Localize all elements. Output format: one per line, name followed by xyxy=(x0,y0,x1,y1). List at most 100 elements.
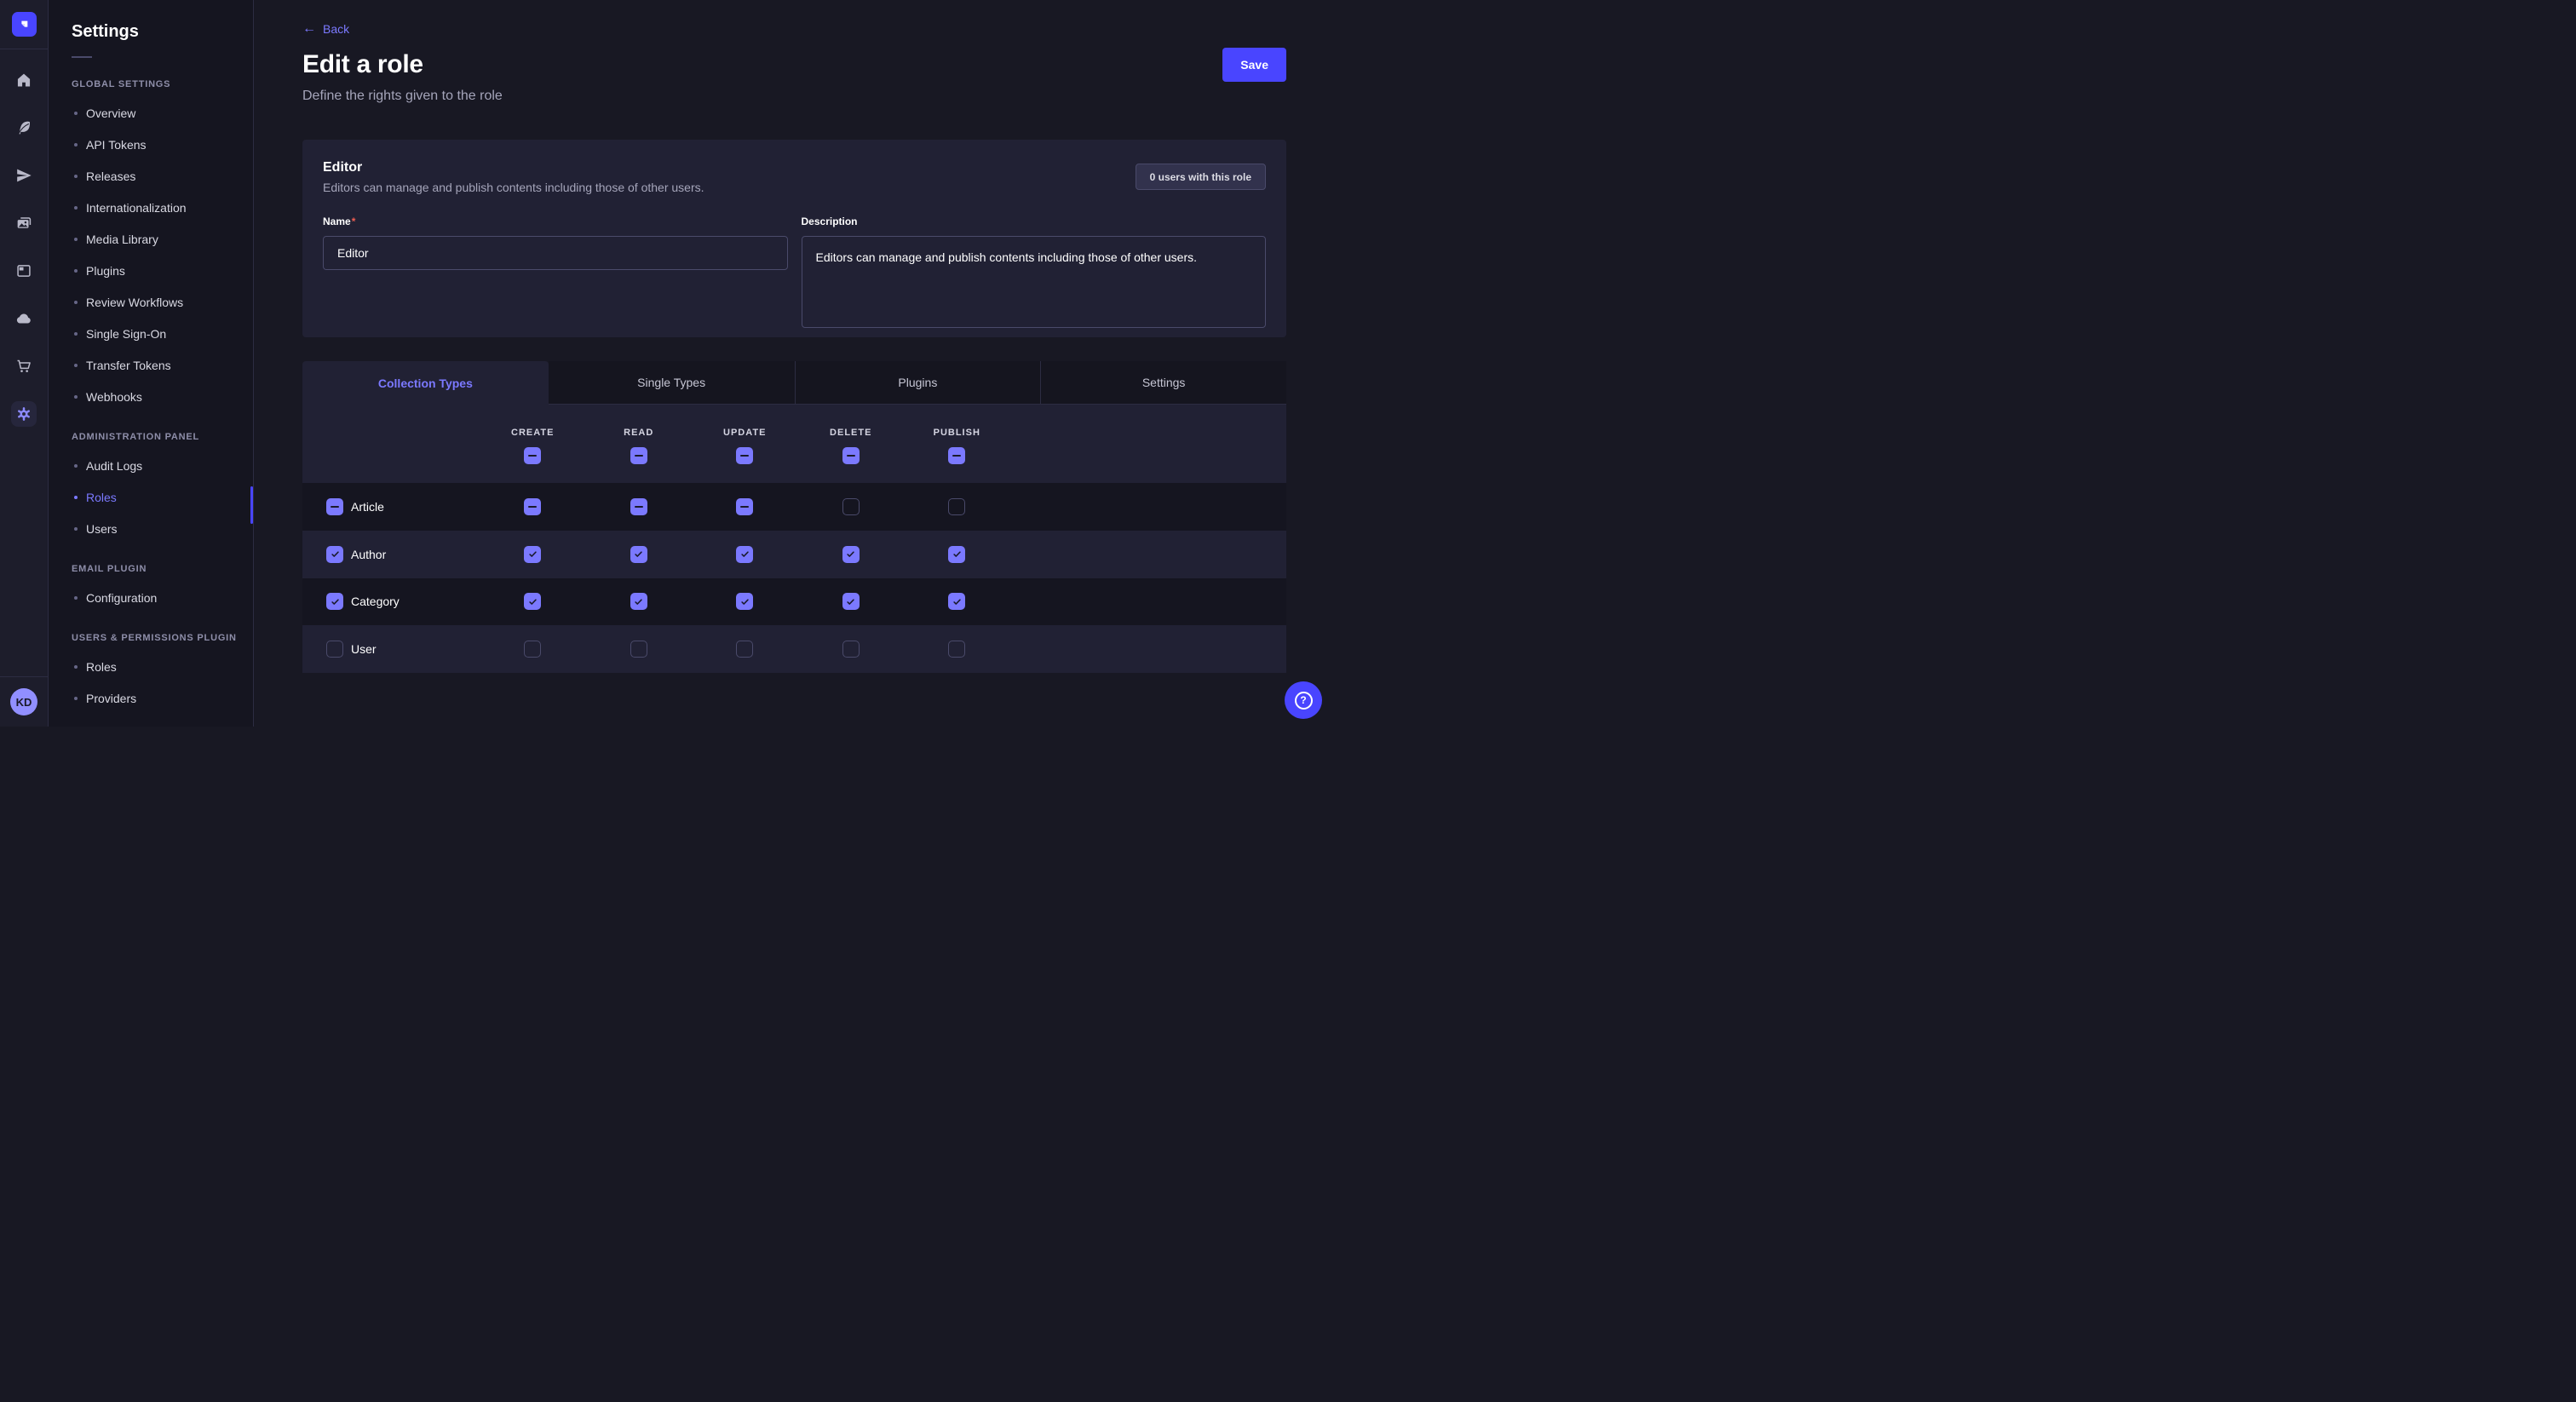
main-nav-rail: KD xyxy=(0,0,49,727)
indeterminate-dash-icon xyxy=(847,455,855,457)
layout-icon[interactable] xyxy=(11,258,37,284)
permission-cell xyxy=(692,531,798,578)
check-icon xyxy=(633,549,644,560)
workspace-logo[interactable] xyxy=(12,12,37,37)
tab-settings[interactable]: Settings xyxy=(1040,361,1286,405)
help-button[interactable]: ? xyxy=(1285,681,1322,719)
sidebar-item-label: API Tokens xyxy=(86,138,147,152)
column-label: CREATE xyxy=(511,428,554,438)
sidebar-item-label: Transfer Tokens xyxy=(86,359,171,372)
save-button[interactable]: Save xyxy=(1222,48,1286,82)
permission-cell xyxy=(480,483,586,531)
permission-cell xyxy=(692,625,798,673)
check-icon xyxy=(330,549,341,560)
user-delete-checkbox[interactable] xyxy=(842,641,860,658)
user-row-checkbox[interactable] xyxy=(326,641,343,658)
sidebar-item-label: Users xyxy=(86,522,118,536)
author-update-checkbox[interactable] xyxy=(736,546,753,563)
indeterminate-dash-icon xyxy=(635,506,643,509)
sidebar-item-providers[interactable]: Providers xyxy=(49,682,253,714)
category-row-checkbox[interactable] xyxy=(326,593,343,610)
indeterminate-dash-icon xyxy=(331,506,339,509)
sidebar-item-releases[interactable]: Releases xyxy=(49,160,253,192)
author-read-checkbox[interactable] xyxy=(630,546,647,563)
cloud-icon[interactable] xyxy=(11,306,37,331)
sidebar-item-internationalization[interactable]: Internationalization xyxy=(49,192,253,223)
users-with-role-button[interactable]: 0 users with this role xyxy=(1136,164,1266,190)
send-icon[interactable] xyxy=(11,163,37,188)
category-create-checkbox[interactable] xyxy=(524,593,541,610)
author-create-checkbox[interactable] xyxy=(524,546,541,563)
select-all-update-checkbox[interactable] xyxy=(736,447,753,464)
section-label: GLOBAL SETTINGS xyxy=(72,79,253,89)
feather-icon[interactable] xyxy=(11,115,37,141)
bullet-icon xyxy=(74,301,78,304)
article-create-checkbox[interactable] xyxy=(524,498,541,515)
select-all-delete-checkbox[interactable] xyxy=(842,447,860,464)
sidebar-item-webhooks[interactable]: Webhooks xyxy=(49,381,253,412)
sidebar-item-overview[interactable]: Overview xyxy=(49,97,253,129)
permission-cell xyxy=(480,625,586,673)
sidebar-item-media-library[interactable]: Media Library xyxy=(49,223,253,255)
category-publish-checkbox[interactable] xyxy=(948,593,965,610)
article-delete-checkbox[interactable] xyxy=(842,498,860,515)
author-publish-checkbox[interactable] xyxy=(948,546,965,563)
home-icon[interactable] xyxy=(11,67,37,93)
sidebar-item-audit-logs[interactable]: Audit Logs xyxy=(49,450,253,481)
sidebar-item-label: Audit Logs xyxy=(86,459,142,473)
check-icon xyxy=(527,549,538,560)
user-read-checkbox[interactable] xyxy=(630,641,647,658)
article-publish-checkbox[interactable] xyxy=(948,498,965,515)
permission-cell xyxy=(904,578,1010,626)
author-delete-checkbox[interactable] xyxy=(842,546,860,563)
article-read-checkbox[interactable] xyxy=(630,498,647,515)
row-label-cell: Article xyxy=(302,483,480,531)
select-all-create-checkbox[interactable] xyxy=(524,447,541,464)
description-textarea[interactable]: Editors can manage and publish contents … xyxy=(802,236,1267,328)
row-trailing-cell xyxy=(1010,483,1287,531)
permission-row-author: Author xyxy=(302,531,1286,578)
back-link[interactable]: ← Back xyxy=(302,22,349,36)
article-update-checkbox[interactable] xyxy=(736,498,753,515)
tab-plugins[interactable]: Plugins xyxy=(795,361,1041,405)
user-update-checkbox[interactable] xyxy=(736,641,753,658)
category-read-checkbox[interactable] xyxy=(630,593,647,610)
sidebar-section: USERS & PERMISSIONS PLUGINRolesProviders xyxy=(49,633,253,714)
permission-cell xyxy=(692,483,798,531)
select-all-publish-checkbox[interactable] xyxy=(948,447,965,464)
sidebar-item-single-sign-on[interactable]: Single Sign-On xyxy=(49,318,253,349)
gear-icon[interactable] xyxy=(11,401,37,427)
user-create-checkbox[interactable] xyxy=(524,641,541,658)
article-row-checkbox[interactable] xyxy=(326,498,343,515)
tab-collection-types[interactable]: Collection Types xyxy=(302,361,549,405)
check-icon xyxy=(845,549,856,560)
section-label: ADMINISTRATION PANEL xyxy=(72,432,253,442)
sidebar-title: Settings xyxy=(72,22,253,42)
category-update-checkbox[interactable] xyxy=(736,593,753,610)
select-all-read-checkbox[interactable] xyxy=(630,447,647,464)
sidebar-item-review-workflows[interactable]: Review Workflows xyxy=(49,286,253,318)
sidebar-item-transfer-tokens[interactable]: Transfer Tokens xyxy=(49,349,253,381)
sidebar-item-users[interactable]: Users xyxy=(49,513,253,544)
sidebar-item-api-tokens[interactable]: API Tokens xyxy=(49,129,253,160)
user-publish-checkbox[interactable] xyxy=(948,641,965,658)
media-icon[interactable] xyxy=(11,210,37,236)
sidebar-item-roles[interactable]: Roles xyxy=(49,481,253,513)
avatar[interactable]: KD xyxy=(10,688,37,715)
sidebar-item-configuration[interactable]: Configuration xyxy=(49,582,253,613)
permission-cell xyxy=(904,625,1010,673)
cart-icon[interactable] xyxy=(11,353,37,379)
question-mark-icon: ? xyxy=(1295,692,1313,710)
sidebar-item-plugins[interactable]: Plugins xyxy=(49,255,253,286)
author-row-checkbox[interactable] xyxy=(326,546,343,563)
rail-bottom: KD xyxy=(0,676,48,727)
check-icon xyxy=(330,596,341,607)
required-asterisk: * xyxy=(352,215,356,227)
role-summary: Editors can manage and publish contents … xyxy=(323,181,1266,194)
column-header-publish: PUBLISH xyxy=(904,405,1010,483)
name-input[interactable] xyxy=(323,236,788,270)
column-header-read: READ xyxy=(586,405,693,483)
category-delete-checkbox[interactable] xyxy=(842,593,860,610)
tab-single-types[interactable]: Single Types xyxy=(549,361,795,405)
sidebar-item-roles[interactable]: Roles xyxy=(49,651,253,682)
